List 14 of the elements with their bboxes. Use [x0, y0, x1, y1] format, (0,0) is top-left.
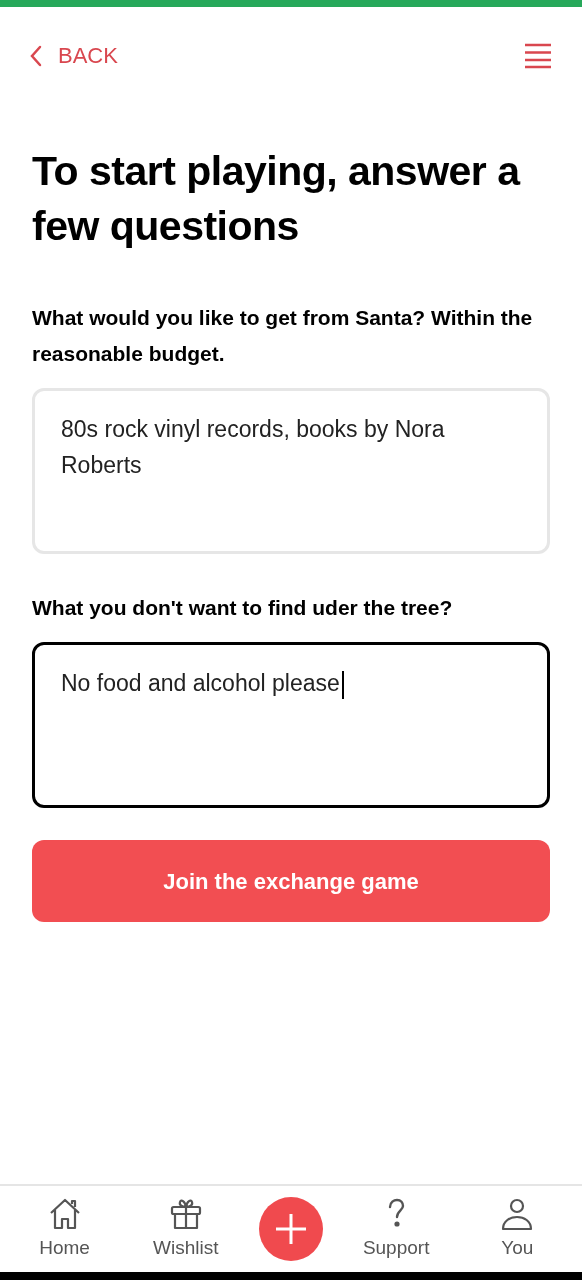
chevron-left-icon [30, 44, 42, 67]
nav-tab[interactable]: Support [348, 1195, 445, 1263]
back-button[interactable]: BACK [30, 39, 118, 72]
nav-tab[interactable]: Home [16, 1195, 113, 1263]
plus-icon [273, 1212, 308, 1246]
page-title: To start playing, answer a few questions [32, 147, 522, 251]
answer-field[interactable]: No food and alcohol please [32, 642, 550, 808]
join-button[interactable]: Join the exchange game [32, 840, 550, 922]
question-label: What you don't want to find uder the tree? [32, 595, 454, 621]
question-label: What would you like to get from Santa? Within the reasonable budget. [32, 305, 534, 367]
answer-field[interactable]: 80s rock vinyl records, books by Nora Roberts [32, 388, 550, 554]
menu-icon[interactable] [524, 42, 552, 69]
nav-tab[interactable]: Wishlist [137, 1195, 234, 1263]
nav-tab[interactable]: You [469, 1195, 566, 1263]
